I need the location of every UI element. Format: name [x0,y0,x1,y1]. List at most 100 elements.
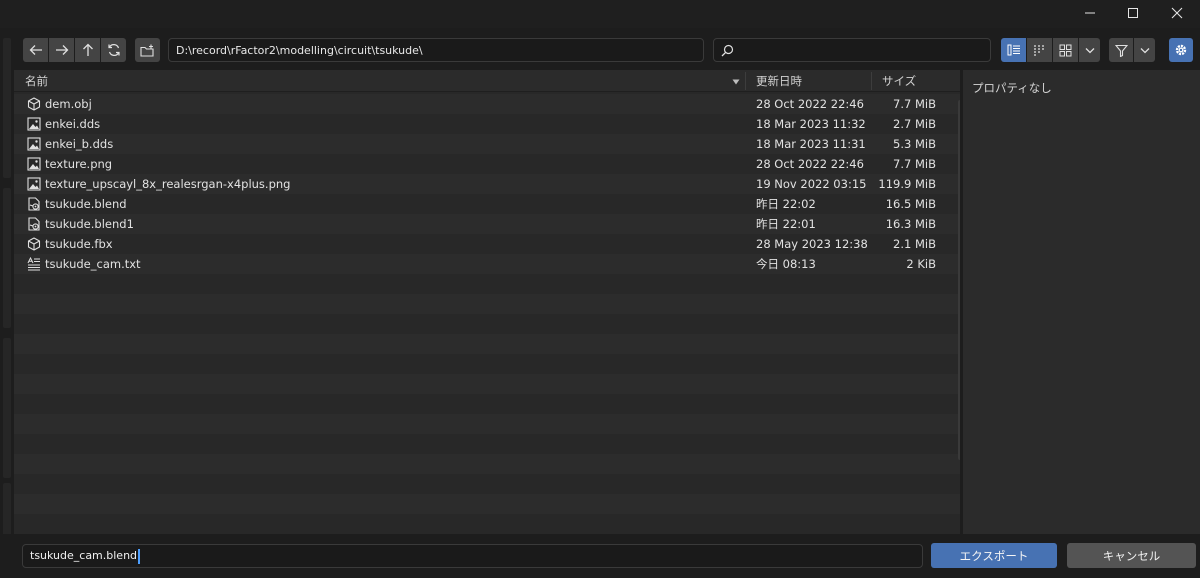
blend-file-icon [26,214,42,234]
empty-row [14,454,960,474]
horizontal-list-icon [1033,45,1044,56]
file-row[interactable]: enkei_b.dds 18 Mar 2023 11:31 5.3 MiB [14,134,960,154]
file-name: enkei_b.dds [45,137,114,151]
chevron-down-icon [1140,47,1149,53]
display-horizontal-list-button[interactable] [1027,38,1052,62]
file-row[interactable]: tsukude_cam.txt 今日 08:13 2 KiB [14,254,960,274]
left-gutter [0,28,14,578]
empty-row [14,434,960,454]
file-row[interactable]: texture_upscayl_8x_realesrgan-x4plus.png… [14,174,960,194]
mesh-icon [26,94,42,114]
back-arrow-icon [29,45,42,55]
file-date: 今日 08:13 [756,257,816,271]
text-file-icon [26,254,42,274]
file-date: 28 Oct 2022 22:46 [756,157,864,171]
file-date: 28 May 2023 12:38 [756,237,868,251]
file-date: 28 Oct 2022 22:46 [756,97,864,111]
forward-arrow-icon [55,45,68,55]
chevron-down-icon [1085,47,1094,53]
file-size: 16.3 MiB [885,217,936,231]
empty-row [14,354,960,374]
refresh-button[interactable] [101,38,126,62]
image-icon [26,114,42,134]
vertical-list-icon [1007,44,1020,56]
back-button[interactable] [23,38,48,62]
export-button[interactable]: エクスポート [931,543,1057,568]
maximize-icon[interactable] [1110,0,1156,26]
image-icon [26,154,42,174]
sidebar-collapsed-region[interactable] [3,38,11,178]
list-header: 名前 更新日時 サイズ [14,70,960,92]
empty-row [14,494,960,514]
file-name: tsukude_cam.txt [45,257,141,271]
blend-file-icon [26,194,42,214]
file-name: dem.obj [45,97,92,111]
column-separator[interactable] [871,72,872,90]
file-name: tsukude.blend [45,197,127,211]
search-icon [721,44,734,56]
file-date: 昨日 22:01 [756,217,816,231]
display-thumbnails-button[interactable] [1053,38,1078,62]
empty-row [14,474,960,494]
parent-directory-button[interactable] [75,38,100,62]
file-size: 16.5 MiB [885,197,936,211]
display-options-dropdown[interactable] [1079,38,1100,62]
file-browser-toolbar: D:\record\rFactor2\modelling\circuit\tsu… [14,28,1200,70]
sort-direction-icon[interactable] [732,70,740,92]
file-size: 2 KiB [906,257,936,271]
file-row[interactable]: tsukude.blend 昨日 22:02 16.5 MiB [14,194,960,214]
file-row[interactable]: enkei.dds 18 Mar 2023 11:32 2.7 MiB [14,114,960,134]
forward-button[interactable] [49,38,74,62]
file-size: 2.1 MiB [893,237,936,251]
file-size: 2.7 MiB [893,117,936,131]
file-list: 名前 更新日時 サイズ dem.obj 28 Oct 2022 22:46 7.7 … [14,70,962,534]
filter-options-dropdown[interactable] [1134,38,1155,62]
column-separator[interactable] [745,72,746,90]
directory-path-field[interactable]: D:\record\rFactor2\modelling\circuit\tsu… [168,38,704,62]
empty-row [14,334,960,354]
empty-row [14,314,960,334]
file-name: enkei.dds [45,117,101,131]
file-date: 18 Mar 2023 11:31 [756,137,866,151]
file-row[interactable]: tsukude.blend1 昨日 22:01 16.3 MiB [14,214,960,234]
file-name: texture.png [45,157,113,171]
filter-icon [1114,44,1128,57]
close-icon[interactable] [1154,0,1200,26]
column-header-date[interactable]: 更新日時 [756,70,802,92]
properties-panel: プロパティなし [963,70,1200,534]
mesh-icon [26,234,42,254]
column-header-name[interactable]: 名前 [25,70,48,92]
search-input[interactable] [713,38,991,62]
text-caret [138,548,141,564]
file-date: 18 Mar 2023 11:32 [756,117,866,131]
directory-path-text: D:\record\rFactor2\modelling\circuit\tsu… [176,43,423,57]
filename-text: tsukude_cam.blend [30,549,138,562]
file-size: 5.3 MiB [893,137,936,151]
file-size: 119.9 MiB [878,177,936,191]
filter-toggle-button[interactable] [1109,38,1133,62]
settings-button[interactable] [1169,38,1193,62]
file-date: 昨日 22:02 [756,197,816,211]
column-header-size[interactable]: サイズ [882,70,916,92]
sidebar-collapsed-region[interactable] [3,188,11,328]
file-name: tsukude.blend1 [45,217,134,231]
thumbnails-icon [1059,44,1072,56]
file-name: texture_upscayl_8x_realesrgan-x4plus.png [45,177,291,191]
file-row[interactable]: texture.png 28 Oct 2022 22:46 7.7 MiB [14,154,960,174]
file-size: 7.7 MiB [893,157,936,171]
empty-row [14,274,960,294]
file-name: tsukude.fbx [45,237,113,251]
filename-field[interactable]: tsukude_cam.blend [22,544,923,568]
empty-row [14,394,960,414]
sidebar-collapsed-region[interactable] [3,338,11,478]
parent-directory-icon [82,43,93,56]
cancel-button[interactable]: キャンセル [1067,543,1196,568]
image-icon [26,174,42,194]
file-date: 19 Nov 2022 03:15 [756,177,867,191]
gear-icon [1175,44,1187,56]
new-folder-button[interactable] [135,38,160,62]
file-row[interactable]: tsukude.fbx 28 May 2023 12:38 2.1 MiB [14,234,960,254]
file-row[interactable]: dem.obj 28 Oct 2022 22:46 7.7 MiB [14,94,960,114]
minimize-icon[interactable] [1067,0,1113,26]
display-vertical-list-button[interactable] [1001,38,1026,62]
